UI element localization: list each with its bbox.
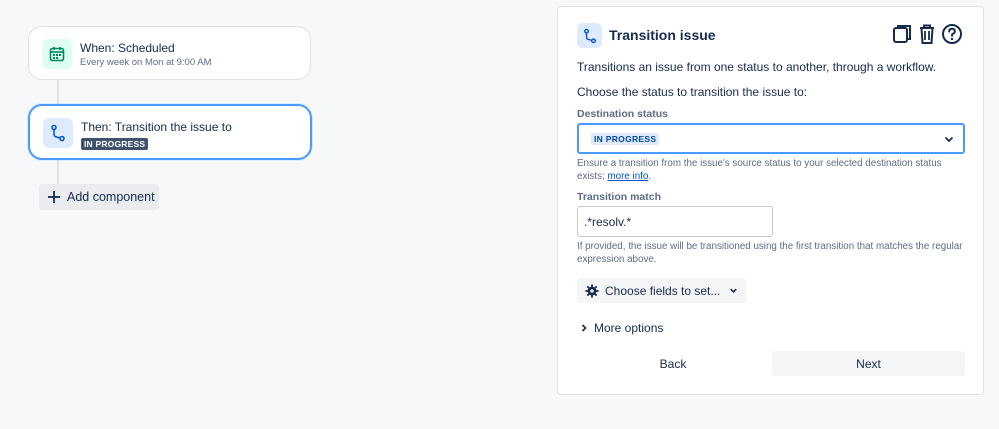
panel-description: Transitions an issue from one status to … xyxy=(577,60,937,74)
action-title: Then: Transition the issue to xyxy=(81,120,232,134)
transition-match-help: If provided, the issue will be transitio… xyxy=(577,241,963,265)
destination-status-label: Destination status xyxy=(577,108,669,120)
destination-help-suffix: . xyxy=(648,171,652,182)
trash-icon[interactable] xyxy=(916,23,938,45)
transition-match-input[interactable] xyxy=(577,206,773,237)
connector-line-top xyxy=(57,80,59,104)
transition-icon xyxy=(43,118,73,148)
trigger-card[interactable]: When: Scheduled Every week on Mon at 9:0… xyxy=(28,26,311,80)
chevron-down-icon xyxy=(944,136,954,143)
choose-fields-label: Choose fields to set... xyxy=(605,283,721,298)
transition-match-label: Transition match xyxy=(577,191,662,203)
help-icon[interactable] xyxy=(941,23,963,45)
destination-help-text: Ensure a transition from the issue's sou… xyxy=(577,157,969,183)
plus-icon xyxy=(48,191,60,203)
chevron-down-icon xyxy=(730,288,738,293)
next-button[interactable]: Next xyxy=(772,351,965,376)
action-status-lozenge: IN PROGRESS xyxy=(81,138,149,150)
trigger-title: When: Scheduled xyxy=(80,41,175,55)
add-component-button[interactable]: Add component xyxy=(39,184,159,210)
add-component-label: Add component xyxy=(67,190,155,204)
chevron-right-icon xyxy=(581,324,587,332)
more-options-label: More options xyxy=(594,321,664,335)
calendar-icon xyxy=(42,39,72,69)
copy-icon[interactable] xyxy=(891,23,913,45)
action-card[interactable]: Then: Transition the issue to IN PROGRES… xyxy=(28,104,312,160)
transition-issue-panel: Transition issue Transitions an issue fr… xyxy=(557,6,984,395)
choose-fields-button[interactable]: Choose fields to set... xyxy=(577,278,746,303)
panel-prompt: Choose the status to transition the issu… xyxy=(577,85,808,99)
destination-status-value: IN PROGRESS xyxy=(591,133,660,145)
transition-icon xyxy=(577,23,602,48)
back-button[interactable]: Back xyxy=(577,351,769,376)
gear-icon xyxy=(585,283,599,298)
more-info-link[interactable]: more info xyxy=(608,171,649,182)
more-options-toggle[interactable]: More options xyxy=(580,321,663,335)
trigger-subtitle: Every week on Mon at 9:00 AM xyxy=(80,57,212,68)
panel-title: Transition issue xyxy=(609,27,716,43)
destination-status-select[interactable]: IN PROGRESS xyxy=(577,123,965,154)
connector-line-bottom xyxy=(57,160,59,184)
